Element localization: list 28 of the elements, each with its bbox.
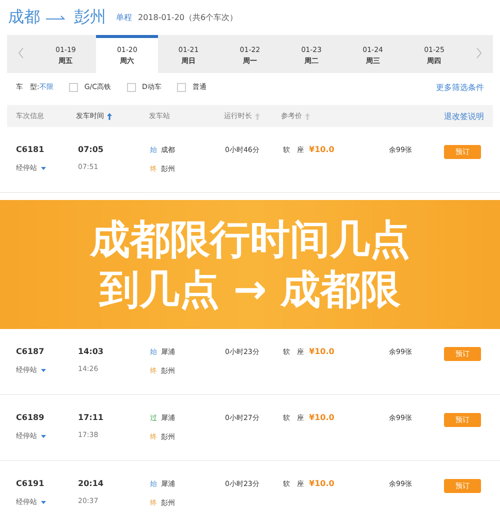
price: ¥10.0: [309, 479, 336, 488]
price: ¥10.0: [309, 347, 336, 356]
refund-policy-link[interactable]: 退改签说明: [444, 110, 484, 122]
depart-time: 07:05: [78, 145, 104, 154]
headline-text: 到几点 → 成都限: [99, 266, 401, 314]
trip-type-link[interactable]: 单程: [116, 12, 132, 23]
caret-icon[interactable]: [41, 166, 46, 170]
checkbox[interactable]: [177, 82, 186, 92]
caret-icon[interactable]: [41, 368, 46, 372]
train-number: C6189: [16, 413, 46, 422]
train-number: C6187: [16, 347, 46, 356]
trip-summary: 2018-01-20（共6个车次）: [138, 12, 238, 23]
train-number: C6181: [16, 145, 46, 154]
more-filters-link[interactable]: 更多筛选条件: [436, 82, 484, 92]
caret-icon[interactable]: [41, 500, 46, 504]
headline-text: 成都限行时间几点: [90, 216, 410, 264]
price: ¥10.0: [309, 145, 336, 154]
depart-time: 14:03: [78, 347, 104, 356]
depart-time: 17:11: [78, 413, 104, 422]
price: ¥10.0: [309, 413, 336, 422]
depart-time: 20:14: [78, 479, 104, 488]
destination-city: 彭州: [74, 7, 106, 28]
checkbox[interactable]: [127, 82, 136, 92]
origin-city: 成都: [8, 7, 40, 28]
sort-icon[interactable]: [107, 112, 112, 120]
caret-icon[interactable]: [41, 434, 46, 438]
checkbox[interactable]: [69, 82, 78, 92]
train-number: C6191: [16, 479, 46, 488]
